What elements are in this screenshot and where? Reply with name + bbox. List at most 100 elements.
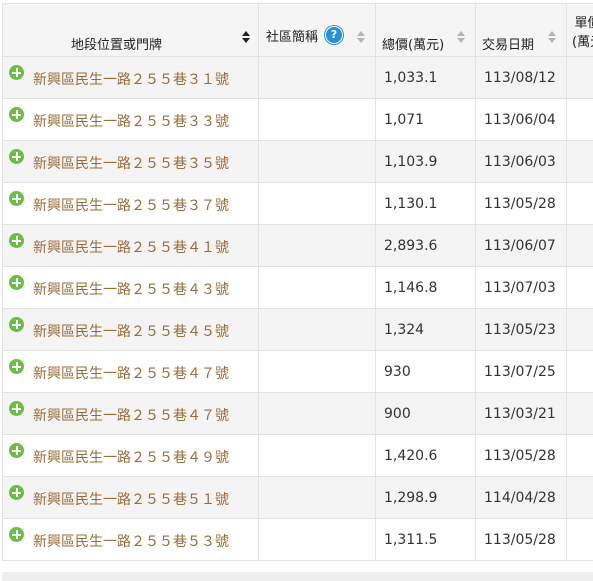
column-header-community[interactable]: 社區簡稱 ? bbox=[258, 3, 376, 57]
address-cell: 新興區民生一路２５５巷５１號 bbox=[2, 476, 259, 519]
unit-price-cell bbox=[566, 476, 593, 519]
column-header-label: 社區簡稱 bbox=[266, 30, 319, 45]
plus-circle-icon[interactable] bbox=[9, 65, 24, 80]
community-cell bbox=[258, 56, 376, 99]
address-link[interactable]: 新興區民生一路２５５巷３１號 bbox=[33, 69, 229, 89]
total-price-cell: 1,420.6 bbox=[375, 434, 476, 477]
unit-price-cell bbox=[566, 350, 593, 393]
total-price-cell: 930 bbox=[375, 350, 476, 393]
table-row: 新興區民生一路２５５巷３７號 1,130.1 113/05/28 bbox=[2, 182, 593, 225]
table-row: 新興區民生一路２５５巷３５號 1,103.9 113/06/03 bbox=[2, 140, 593, 183]
unit-price-cell bbox=[566, 266, 593, 309]
total-price-cell: 900 bbox=[375, 392, 476, 435]
plus-circle-icon[interactable] bbox=[9, 317, 24, 332]
community-cell bbox=[258, 182, 376, 225]
column-header-label: 單價 (萬元 bbox=[572, 16, 593, 50]
sort-arrows-icon[interactable] bbox=[457, 30, 465, 44]
plus-circle-icon[interactable] bbox=[9, 107, 24, 122]
trade-date-cell: 113/05/28 bbox=[475, 434, 567, 477]
address-cell: 新興區民生一路２５５巷５３號 bbox=[2, 518, 259, 561]
unit-price-cell bbox=[566, 308, 593, 351]
plus-circle-icon[interactable] bbox=[9, 485, 24, 500]
sort-arrows-icon[interactable] bbox=[242, 30, 250, 44]
trade-date-cell: 113/05/28 bbox=[475, 182, 567, 225]
unit-price-cell bbox=[566, 98, 593, 141]
trade-date-cell: 113/08/12 bbox=[475, 56, 567, 99]
address-cell: 新興區民生一路２５５巷３１號 bbox=[2, 56, 259, 99]
address-link[interactable]: 新興區民生一路２５５巷３５號 bbox=[33, 153, 229, 173]
column-header-address[interactable]: 地段位置或門牌 bbox=[2, 3, 259, 57]
community-cell bbox=[258, 224, 376, 267]
total-price-cell: 1,311.5 bbox=[375, 518, 476, 561]
plus-circle-icon[interactable] bbox=[9, 149, 24, 164]
help-icon[interactable]: ? bbox=[325, 26, 343, 44]
address-link[interactable]: 新興區民生一路２５５巷４１號 bbox=[33, 237, 229, 257]
total-price-cell: 1,071 bbox=[375, 98, 476, 141]
column-header-label: 地段位置或門牌 bbox=[71, 38, 163, 53]
table-row: 新興區民生一路２５５巷４７號 900 113/03/21 bbox=[2, 392, 593, 435]
trade-date-cell: 113/03/21 bbox=[475, 392, 567, 435]
trade-date-cell: 113/07/03 bbox=[475, 266, 567, 309]
trade-date-cell: 114/04/28 bbox=[475, 476, 567, 519]
unit-price-cell bbox=[566, 518, 593, 561]
table-row: 新興區民生一路２５５巷３１號 1,033.1 113/08/12 bbox=[2, 56, 593, 99]
unit-price-cell bbox=[566, 434, 593, 477]
plus-circle-icon[interactable] bbox=[9, 191, 24, 206]
plus-circle-icon[interactable] bbox=[9, 527, 24, 542]
table-row: 新興區民生一路２５５巷４９號 1,420.6 113/05/28 bbox=[2, 434, 593, 477]
address-link[interactable]: 新興區民生一路２５５巷４７號 bbox=[33, 363, 229, 383]
trade-date-cell: 113/06/07 bbox=[475, 224, 567, 267]
unit-price-cell bbox=[566, 140, 593, 183]
address-link[interactable]: 新興區民生一路２５５巷４７號 bbox=[33, 405, 229, 425]
address-link[interactable]: 新興區民生一路２５５巷５１號 bbox=[33, 489, 229, 509]
address-cell: 新興區民生一路２５５巷４１號 bbox=[2, 224, 259, 267]
plus-circle-icon[interactable] bbox=[9, 275, 24, 290]
address-link[interactable]: 新興區民生一路２５５巷４９號 bbox=[33, 447, 229, 467]
address-link[interactable]: 新興區民生一路２５５巷４５號 bbox=[33, 321, 229, 341]
trade-date-cell: 113/06/03 bbox=[475, 140, 567, 183]
unit-price-cell bbox=[566, 392, 593, 435]
column-header-total-price[interactable]: 總價(萬元) bbox=[375, 3, 476, 57]
plus-circle-icon[interactable] bbox=[9, 359, 24, 374]
address-cell: 新興區民生一路２５５巷４３號 bbox=[2, 266, 259, 309]
community-cell bbox=[258, 518, 376, 561]
column-header-label: 總價(萬元) bbox=[382, 38, 445, 53]
address-link[interactable]: 新興區民生一路２５５巷３３號 bbox=[33, 111, 229, 131]
column-header-trade-date[interactable]: 交易日期 bbox=[475, 3, 567, 57]
unit-price-cell bbox=[566, 56, 593, 99]
transactions-table-container: 地段位置或門牌 社區簡稱 ? 總價(萬元) 交易日期 單 (萬 新興區民生一路２… bbox=[2, 3, 593, 561]
address-cell: 新興區民生一路２５５巷４５號 bbox=[2, 308, 259, 351]
address-cell: 新興區民生一路２５５巷３５號 bbox=[2, 140, 259, 183]
table-header-row: 地段位置或門牌 社區簡稱 ? 總價(萬元) 交易日期 單 (萬 bbox=[2, 3, 593, 57]
total-price-cell: 1,324 bbox=[375, 308, 476, 351]
table-row: 新興區民生一路２５５巷５１號 1,298.9 114/04/28 bbox=[2, 476, 593, 519]
trade-date-cell: 113/07/25 bbox=[475, 350, 567, 393]
table-body: 新興區民生一路２５５巷３１號 1,033.1 113/08/12 新興區民生一路２５５… bbox=[2, 56, 593, 561]
total-price-cell: 1,298.9 bbox=[375, 476, 476, 519]
sort-arrows-icon[interactable] bbox=[357, 30, 365, 44]
plus-circle-icon[interactable] bbox=[9, 443, 24, 458]
address-cell: 新興區民生一路２５５巷３７號 bbox=[2, 182, 259, 225]
sort-arrows-icon[interactable] bbox=[548, 30, 556, 44]
community-cell bbox=[258, 350, 376, 393]
column-header-unit-price[interactable]: 單價 (萬元 bbox=[566, 3, 593, 57]
address-cell: 新興區民生一路２５５巷３３號 bbox=[2, 98, 259, 141]
community-cell bbox=[258, 266, 376, 309]
horizontal-scrollbar[interactable] bbox=[2, 572, 593, 581]
total-price-cell: 1,033.1 bbox=[375, 56, 476, 99]
community-cell bbox=[258, 98, 376, 141]
total-price-cell: 1,146.8 bbox=[375, 266, 476, 309]
transactions-table: 地段位置或門牌 社區簡稱 ? 總價(萬元) 交易日期 單 (萬 新興區民生一路２… bbox=[2, 3, 593, 561]
trade-date-cell: 113/05/23 bbox=[475, 308, 567, 351]
address-link[interactable]: 新興區民生一路２５５巷５３號 bbox=[33, 531, 229, 551]
address-link[interactable]: 新興區民生一路２５５巷４３號 bbox=[33, 279, 229, 299]
total-price-cell: 1,130.1 bbox=[375, 182, 476, 225]
table-row: 新興區民生一路２５５巷３３號 1,071 113/06/04 bbox=[2, 98, 593, 141]
address-cell: 新興區民生一路２５５巷４７號 bbox=[2, 392, 259, 435]
address-link[interactable]: 新興區民生一路２５５巷３７號 bbox=[33, 195, 229, 215]
plus-circle-icon[interactable] bbox=[9, 233, 24, 248]
address-cell: 新興區民生一路２５５巷４７號 bbox=[2, 350, 259, 393]
community-cell bbox=[258, 392, 376, 435]
plus-circle-icon[interactable] bbox=[9, 401, 24, 416]
unit-price-cell bbox=[566, 224, 593, 267]
